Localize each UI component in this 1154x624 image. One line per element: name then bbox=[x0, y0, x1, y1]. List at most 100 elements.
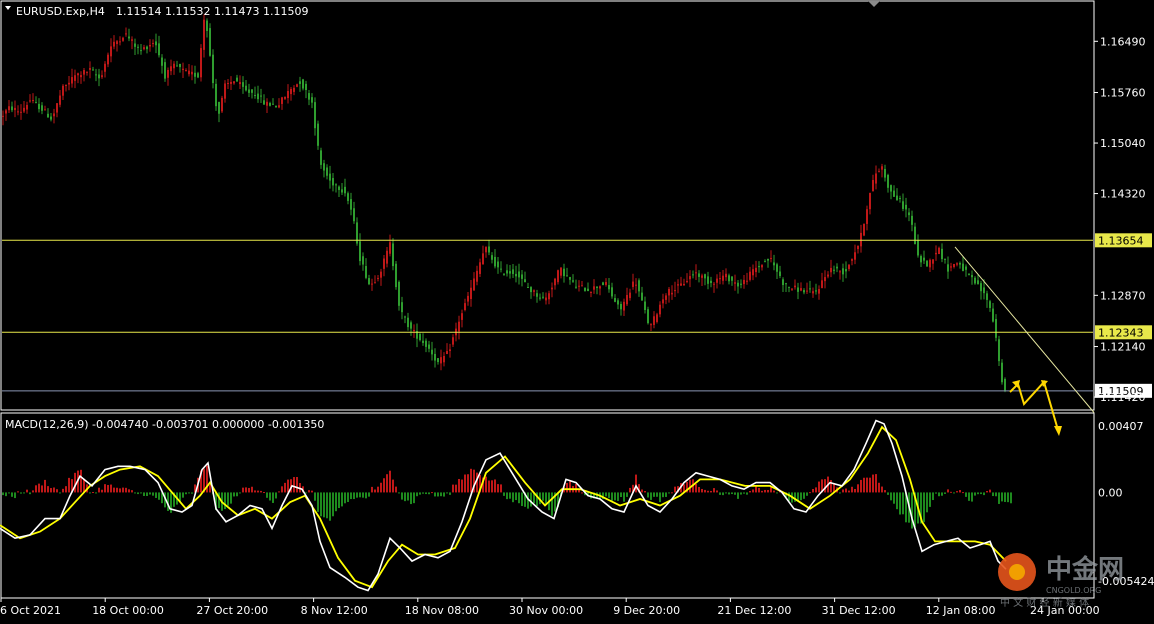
macd-histogram-bar bbox=[359, 492, 361, 498]
candle-body bbox=[479, 262, 481, 274]
macd-histogram-bar bbox=[155, 492, 157, 498]
macd-histogram-bar bbox=[110, 484, 112, 493]
macd-histogram-bar bbox=[404, 492, 406, 502]
macd-histogram-bar bbox=[428, 492, 430, 495]
macd-histogram-bar bbox=[956, 491, 958, 493]
macd-histogram-bar bbox=[947, 489, 949, 493]
macd-lines bbox=[0, 419, 1007, 592]
macd-histogram-bar bbox=[416, 492, 418, 497]
macd-histogram-bar bbox=[575, 483, 577, 493]
macd-histogram-bar bbox=[191, 492, 193, 494]
trading-chart-svg[interactable]: 1.136541.123431.11509 1.164901.157601.15… bbox=[0, 0, 1154, 620]
time-tick-label: 8 Nov 12:00 bbox=[301, 604, 368, 617]
candle-body bbox=[875, 173, 877, 184]
candle-body bbox=[785, 283, 787, 285]
macd-histogram-bar bbox=[755, 486, 757, 493]
symbol-menu-triangle-icon[interactable] bbox=[5, 6, 11, 10]
candle-body bbox=[983, 287, 985, 294]
candle-body bbox=[845, 269, 847, 272]
candle-body bbox=[506, 270, 508, 274]
candle-body bbox=[914, 226, 916, 245]
candle-body bbox=[341, 189, 343, 193]
macd-histogram-bar bbox=[347, 492, 349, 502]
macd-histogram-bar bbox=[134, 492, 136, 494]
candle-body bbox=[380, 271, 382, 278]
macd-histogram-bar bbox=[875, 474, 877, 493]
candle-body bbox=[548, 293, 550, 300]
macd-histogram-bar bbox=[281, 486, 283, 493]
watermark-tagline: 中 文 财 经 新 媒 体 bbox=[1000, 596, 1089, 609]
candle-body bbox=[305, 83, 307, 91]
macd-histogram-bar bbox=[731, 492, 733, 495]
candle-body bbox=[854, 252, 856, 260]
candle-body bbox=[707, 276, 709, 284]
candle-body bbox=[194, 72, 196, 77]
candle-body bbox=[530, 287, 532, 293]
macd-histogram-bar bbox=[725, 492, 727, 494]
scroll-marker-icon[interactable] bbox=[868, 1, 880, 7]
candle-body bbox=[521, 274, 523, 279]
candle-body bbox=[20, 111, 22, 113]
candle-body bbox=[362, 256, 364, 265]
candle-body bbox=[503, 273, 505, 275]
candle-body bbox=[449, 349, 451, 352]
candle-body bbox=[344, 186, 346, 194]
candle-body bbox=[512, 269, 514, 274]
candle-body bbox=[515, 273, 517, 277]
candle-body bbox=[566, 275, 568, 277]
candle-body bbox=[653, 316, 655, 325]
macd-histogram-bar bbox=[188, 492, 190, 494]
macd-histogram-bar bbox=[434, 492, 436, 497]
macd-histogram-bar bbox=[116, 487, 118, 493]
candle-body bbox=[500, 268, 502, 270]
candle-body bbox=[119, 41, 121, 43]
macd-histogram-bar bbox=[626, 492, 628, 497]
macd-histogram-bar bbox=[962, 492, 964, 494]
macd-histogram-bar bbox=[776, 492, 778, 494]
macd-histogram-bar bbox=[368, 492, 370, 497]
candle-body bbox=[968, 274, 970, 276]
macd-histogram-bar bbox=[926, 492, 928, 513]
candle-body bbox=[239, 82, 241, 85]
candle-body bbox=[494, 256, 496, 267]
macd-histogram-bar bbox=[713, 488, 715, 493]
candle-body bbox=[998, 339, 1000, 362]
candle-body bbox=[611, 287, 613, 297]
candle-body bbox=[659, 304, 661, 315]
candle-body bbox=[431, 349, 433, 355]
macd-histogram-bar bbox=[824, 479, 826, 493]
macd-histogram-bar bbox=[617, 492, 619, 501]
candle-body bbox=[836, 266, 838, 269]
candle-body bbox=[209, 28, 211, 56]
price-levels[interactable]: 1.136541.123431.11509 bbox=[2, 233, 1152, 413]
candle-body bbox=[365, 266, 367, 278]
candle-body bbox=[899, 198, 901, 200]
macd-histogram-bar bbox=[944, 492, 946, 494]
candle-body bbox=[410, 322, 412, 329]
macd-histogram-bar bbox=[608, 492, 610, 498]
macd-histogram-bar bbox=[263, 492, 265, 494]
macd-histogram-bar bbox=[248, 487, 250, 493]
candle-body bbox=[533, 290, 535, 292]
macd-histogram-bar bbox=[494, 479, 496, 493]
macd-histogram-bar bbox=[929, 492, 931, 507]
chart-window[interactable]: 1.13654 1.12343 1.11509 1.16490 1.15760 1.15… bbox=[0, 0, 1154, 620]
candle-body bbox=[191, 71, 193, 75]
candle-body bbox=[977, 280, 979, 284]
candle-body bbox=[638, 280, 640, 292]
candle-body bbox=[329, 173, 331, 181]
candle-body bbox=[527, 287, 529, 289]
macd-histogram-bar bbox=[209, 485, 211, 493]
candle-body bbox=[797, 287, 799, 292]
macd-histogram-bar bbox=[503, 492, 505, 496]
macd-histogram-bar bbox=[611, 492, 613, 501]
macd-histogram-bar bbox=[800, 492, 802, 501]
candle-body bbox=[809, 288, 811, 290]
macd-histogram-bar bbox=[278, 491, 280, 493]
candle-body bbox=[767, 258, 769, 261]
macd-histogram-bar bbox=[965, 492, 967, 497]
macd-histogram-bar bbox=[89, 492, 91, 494]
macd-histogram-bar bbox=[932, 492, 934, 501]
candle-body bbox=[941, 248, 943, 260]
annotation-arrows[interactable] bbox=[1009, 380, 1062, 436]
